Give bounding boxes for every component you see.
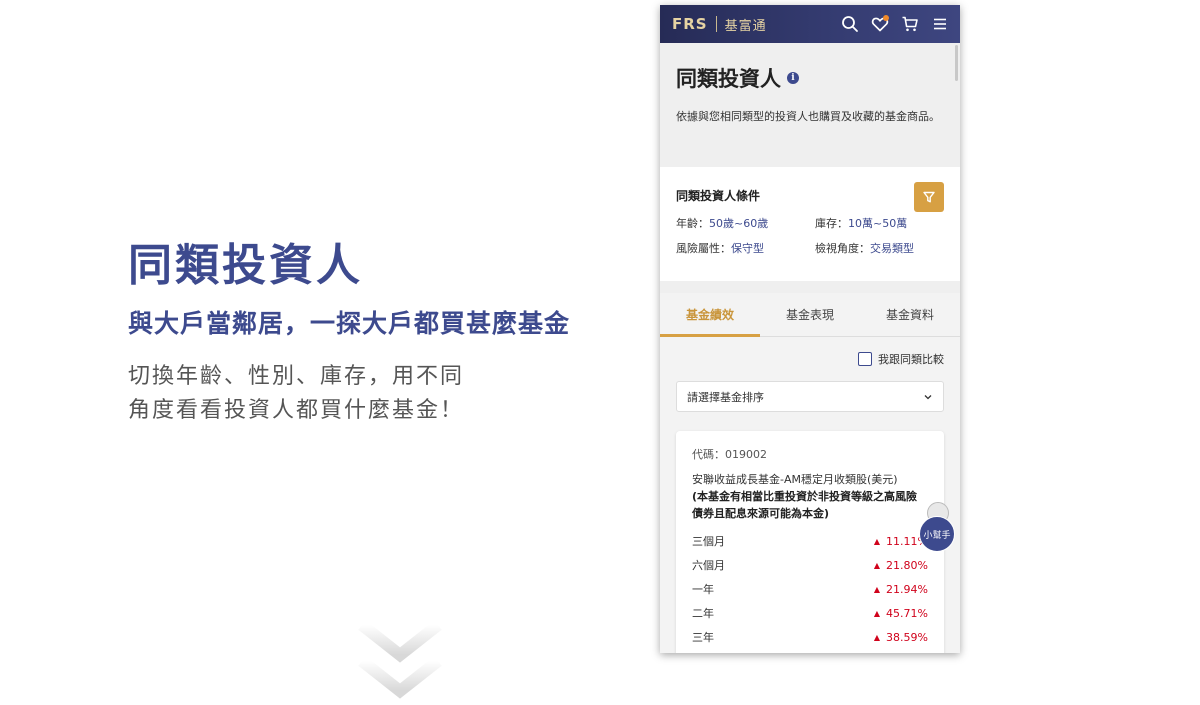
chevron-down-icon	[924, 394, 932, 399]
info-icon[interactable]: i	[787, 72, 799, 84]
perf-value-text: 45.71%	[886, 606, 928, 620]
fund-risk-note: (本基金有相當比重投資於非投資等級之高風險債券且配息來源可能為本金)	[692, 490, 918, 520]
scrollbar[interactable]	[955, 45, 958, 81]
age-value: 50歲~60歲	[709, 217, 769, 230]
up-triangle-icon: ▲	[873, 560, 881, 570]
promo-description: 切換年齡、性別、庫存，用不同 角度看看投資人都買什麼基金！	[128, 360, 628, 428]
stock-value: 10萬~50萬	[848, 217, 908, 230]
performance-row: 三個月 ▲ 11.11%	[692, 529, 928, 553]
search-icon[interactable]	[840, 14, 860, 34]
helper-label: 小幫手	[919, 516, 955, 552]
performance-row: 六個月 ▲ 21.80%	[692, 553, 928, 577]
condition-view: 檢視角度：交易類型	[815, 240, 944, 256]
page-title-text: 同類投資人	[676, 67, 781, 91]
scroll-down-icon	[350, 615, 450, 705]
compare-label[interactable]: 我跟同類比較	[878, 351, 944, 367]
tab-fund-performance[interactable]: 基金績效	[660, 293, 760, 337]
topbar-icons	[840, 14, 950, 34]
up-triangle-icon: ▲	[873, 584, 881, 594]
age-label: 年齡：	[676, 217, 709, 230]
phone-screen: FRS 基富通 同類投資人 i 依據與您相同類型的投資人也購買及收藏的基金商品。	[660, 5, 960, 653]
perf-value-text: 21.94%	[886, 582, 928, 596]
section-gap	[660, 281, 960, 293]
fund-list-area: 我跟同類比較 請選擇基金排序 代碼：019002 安聯收益成長基金-AM穩定月收…	[660, 337, 960, 653]
brand-name: 基富通	[724, 18, 767, 34]
up-triangle-icon: ▲	[873, 632, 881, 642]
condition-risk: 風險屬性：保守型	[676, 240, 815, 256]
favorite-heart-icon[interactable]	[870, 14, 890, 34]
fund-card[interactable]: 代碼：019002 安聯收益成長基金-AM穩定月收類股(美元) (本基金有相當比…	[676, 431, 944, 653]
sort-select-value: 請選擇基金排序	[687, 390, 764, 404]
tab-fund-returns[interactable]: 基金表現	[760, 293, 860, 336]
perf-value: ▲ 45.71%	[874, 607, 928, 620]
perf-period: 三個月	[692, 535, 725, 548]
promo-subtitle: 與大戶當鄰居，一探大戶都買甚麼基金	[128, 309, 571, 338]
compare-row: 我跟同類比較	[676, 337, 944, 367]
filter-button[interactable]	[914, 182, 944, 212]
page-title: 同類投資人 i	[676, 63, 944, 93]
performance-row: 一年 ▲ 21.94%	[692, 577, 928, 601]
perf-period: 一年	[692, 583, 714, 596]
up-triangle-icon: ▲	[873, 536, 881, 546]
logo-divider	[715, 16, 717, 32]
cart-icon[interactable]	[900, 14, 920, 34]
promo-section: 同類投資人 與大戶當鄰居，一探大戶都買甚麼基金 切換年齡、性別、庫存，用不同 角…	[128, 236, 628, 428]
risk-label: 風險屬性：	[676, 242, 731, 255]
investor-conditions: 同類投資人條件 年齡：50歲~60歲 庫存：10萬~50萬 風險屬性：保守型 檢…	[660, 167, 960, 281]
compare-checkbox[interactable]	[858, 352, 872, 366]
filter-icon	[923, 191, 935, 203]
perf-period: 三年	[692, 631, 714, 644]
perf-value: ▲ 21.80%	[874, 559, 928, 572]
page-header: 同類投資人 i 依據與您相同類型的投資人也購買及收藏的基金商品。	[660, 43, 960, 167]
condition-stock: 庫存：10萬~50萬	[815, 215, 944, 231]
helper-button[interactable]: 小幫手	[918, 502, 956, 556]
notification-dot	[883, 15, 889, 21]
risk-value: 保守型	[731, 242, 764, 255]
perf-value: ▲ 21.94%	[874, 583, 928, 596]
page-description: 依據與您相同類型的投資人也購買及收藏的基金商品。	[676, 110, 940, 123]
performance-list: 三個月 ▲ 11.11% 六個月 ▲ 21.80% 一年 ▲ 21.94% 二年 ▲ 4…	[692, 529, 928, 649]
fund-name[interactable]: 安聯收益成長基金-AM穩定月收類股(美元)	[692, 471, 928, 488]
perf-period: 六個月	[692, 559, 725, 572]
up-triangle-icon: ▲	[873, 608, 881, 618]
fund-code: 代碼：019002	[692, 448, 767, 461]
view-label: 檢視角度：	[815, 242, 870, 255]
perf-value-text: 21.80%	[886, 558, 928, 572]
conditions-title: 同類投資人條件	[676, 189, 761, 203]
fund-tabs: 基金績效 基金表現 基金資料	[660, 293, 960, 337]
stock-label: 庫存：	[815, 217, 848, 230]
menu-icon[interactable]	[930, 14, 950, 34]
promo-desc-line-2: 角度看看投資人都買什麼基金！	[128, 398, 465, 423]
perf-value-text: 38.59%	[886, 630, 928, 644]
perf-period: 二年	[692, 607, 714, 620]
perf-value: ▲ 38.59%	[874, 631, 928, 644]
promo-title: 同類投資人	[128, 240, 363, 291]
tab-fund-info[interactable]: 基金資料	[860, 293, 960, 336]
promo-desc-line-1: 切換年齡、性別、庫存，用不同	[128, 364, 465, 389]
brand-logo[interactable]: FRS	[672, 15, 708, 33]
condition-age: 年齡：50歲~60歲	[676, 215, 815, 231]
performance-row: 三年 ▲ 38.59%	[692, 625, 928, 649]
view-value: 交易類型	[870, 242, 914, 255]
performance-row: 二年 ▲ 45.71%	[692, 601, 928, 625]
conditions-grid: 年齡：50歲~60歲 庫存：10萬~50萬 風險屬性：保守型 檢視角度：交易類型	[676, 215, 944, 256]
app-topbar: FRS 基富通	[660, 5, 960, 43]
fund-sort-select[interactable]: 請選擇基金排序	[676, 381, 944, 412]
